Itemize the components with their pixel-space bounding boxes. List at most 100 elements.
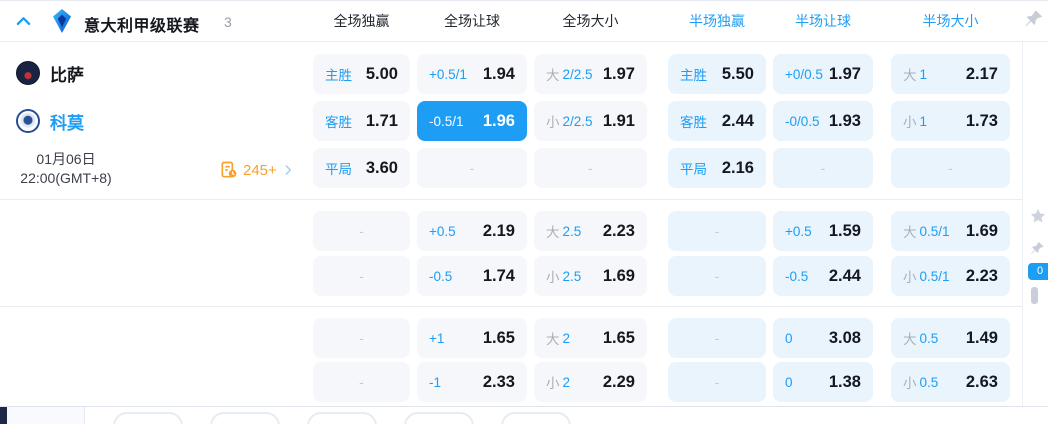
side-label: 大 [546,68,560,83]
footer-tab-button[interactable] [210,412,280,424]
odds-cell[interactable]: -0.5/1 1.96 [417,101,527,141]
footer-left-panel [7,407,85,424]
odds-cell-empty: - [773,148,873,188]
away-team-name: 科莫 [50,113,84,133]
odds-cell-empty: - [668,318,766,358]
collapse-chevron-up-icon[interactable] [15,13,32,30]
footer-tab-button[interactable] [404,412,474,424]
footer-tab-button[interactable] [501,412,571,424]
pin-icon[interactable] [1024,9,1044,29]
odds-cell[interactable]: 小 0.5/1 2.23 [891,256,1010,296]
odds-cell[interactable]: 小 0.5 2.63 [891,362,1010,402]
side-label: 大 [903,68,917,83]
odds-value: 2.16 [721,158,754,177]
odds-label: 主胜 [325,64,352,84]
handicap-label: 0.5/1 [919,268,950,284]
odds-label: 平局 [680,158,707,178]
handicap-label: 1 [919,113,928,129]
odds-cell[interactable]: -0.5 1.74 [417,256,527,296]
odds-cell[interactable]: +0.5 1.59 [773,211,873,251]
star-icon[interactable] [1029,207,1047,225]
odds-label: 客胜 [680,111,707,131]
handicap-label: -0.5 [429,268,453,284]
handicap-label: 主胜 [680,68,707,83]
odds-cell[interactable]: 小 1 1.73 [891,101,1010,141]
handicap-label: 2.5 [562,223,582,239]
away-team-row[interactable]: 科莫 [16,108,84,134]
away-team-logo [16,109,40,133]
odds-cell[interactable]: -1 2.33 [417,362,527,402]
odds-label: +0.5 [429,224,456,239]
section-divider [0,306,1022,307]
odds-cell[interactable]: +1 1.65 [417,318,527,358]
handicap-label: 0.5 [919,330,939,346]
handicap-label: 2.5 [562,268,582,284]
odds-label: 大 2.5 [546,221,581,241]
odds-cell[interactable]: 小 2 2.29 [534,362,647,402]
match-datetime: 01月06日 22:00(GMT+8) [0,150,132,188]
odds-value: 1.94 [482,64,515,83]
section-divider [0,199,1022,200]
odds-cell[interactable]: 客胜 2.44 [668,101,766,141]
footer-tab-button[interactable] [113,412,183,424]
odds-cell-empty: - [668,256,766,296]
odds-label: 大2 [546,328,570,348]
odds-label: -0.5 [785,269,808,284]
column-header-2: 全场让球 [444,13,500,29]
odds-label: 0 [785,375,793,390]
odds-cell[interactable]: -0/0.5 1.93 [773,101,873,141]
odds-label: -0/0.5 [785,114,820,129]
odds-cell[interactable]: 大 0.5 1.49 [891,318,1010,358]
footer-tab-button[interactable] [307,412,377,424]
markets-count: 245+ [243,161,277,179]
odds-cell[interactable]: +0.5/1 1.94 [417,54,527,94]
odds-cell[interactable]: 大 2.5 2.23 [534,211,647,251]
odds-cell-empty: - [534,148,647,188]
odds-cell[interactable]: -0.5 2.44 [773,256,873,296]
odds-cell[interactable]: 大 2/2.5 1.97 [534,54,647,94]
odds-cell[interactable]: +0.5 2.19 [417,211,527,251]
odds-cell[interactable]: 主胜 5.00 [313,54,410,94]
side-label: 小 [903,376,917,391]
odds-value: 1.93 [828,111,861,130]
odds-cell[interactable]: 大 0.5/1 1.69 [891,211,1010,251]
home-team-row[interactable]: 比萨 [16,60,84,86]
handicap-label: 0 [785,374,793,390]
odds-cell-empty: - [313,318,410,358]
handicap-label: 2/2.5 [562,113,593,129]
column-header-6: 半场大小 [922,13,979,29]
league-logo-icon [50,8,74,34]
odds-value: 1.49 [965,328,998,347]
odds-value: 1.97 [828,64,861,83]
match-time: 22:00(GMT+8) [20,170,112,186]
odds-value: 2.23 [965,266,998,285]
odds-cell[interactable]: 主胜 5.50 [668,54,766,94]
odds-cell-empty: - [313,362,410,402]
chart-bar-icon [1031,287,1038,304]
odds-label: -1 [429,375,441,390]
league-match-count: 3 [224,14,232,30]
side-label: 大 [903,332,917,347]
odds-value: 1.73 [965,111,998,130]
odds-cell[interactable]: 平局 2.16 [668,148,766,188]
odds-cell[interactable]: 小 2/2.5 1.91 [534,101,647,141]
odds-cell[interactable]: 客胜 1.71 [313,101,410,141]
more-markets-link[interactable]: 245+ [219,160,295,180]
odds-label: 小 2/2.5 [546,111,593,131]
odds-label: 小1 [903,111,927,131]
pin-icon[interactable] [1030,241,1045,256]
handicap-label: -0/0.5 [785,113,820,129]
side-label: 小 [546,376,560,391]
handicap-label: 1 [919,66,928,82]
odds-cell-empty: - [668,211,766,251]
odds-cell[interactable]: +0/0.5 1.97 [773,54,873,94]
odds-cell[interactable]: 大 2 1.65 [534,318,647,358]
odds-cell[interactable]: 0 3.08 [773,318,873,358]
odds-label: 小 0.5/1 [903,266,950,286]
odds-cell[interactable]: 小 2.5 1.69 [534,256,647,296]
count-badge[interactable]: 0 [1028,263,1048,280]
odds-cell[interactable]: 大 1 2.17 [891,54,1010,94]
odds-cell[interactable]: 0 1.38 [773,362,873,402]
home-team-logo [16,61,40,85]
odds-cell[interactable]: 平局 3.60 [313,148,410,188]
